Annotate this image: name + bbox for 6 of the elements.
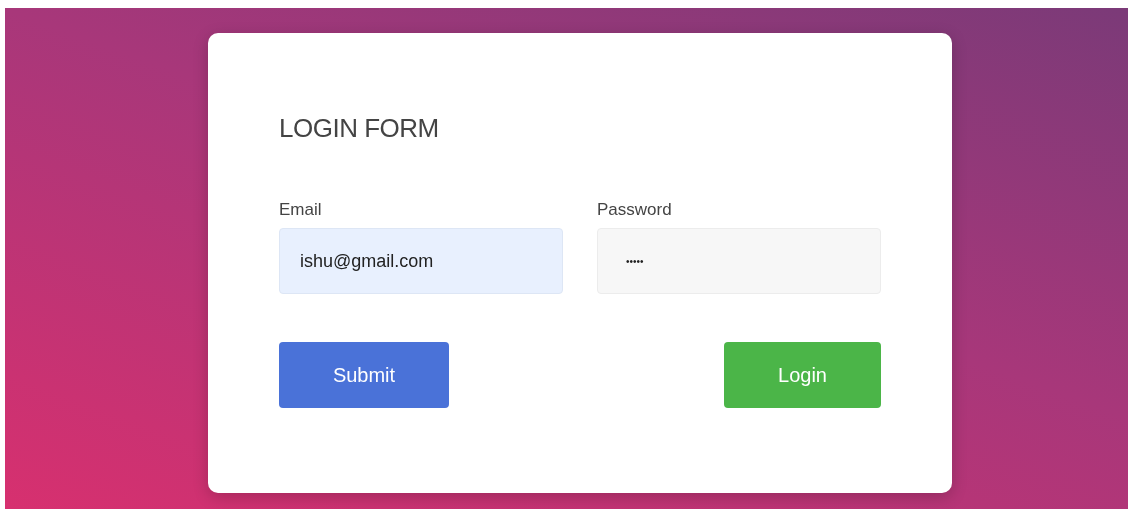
form-title: LOGIN FORM [279,113,439,144]
field-label: Password [597,200,672,220]
password-field[interactable]: ••••• [597,228,881,294]
email-field[interactable]: ishu@gmail.com [279,228,563,294]
field-label: Email [279,200,322,220]
submit-button[interactable]: Submit [279,342,449,408]
